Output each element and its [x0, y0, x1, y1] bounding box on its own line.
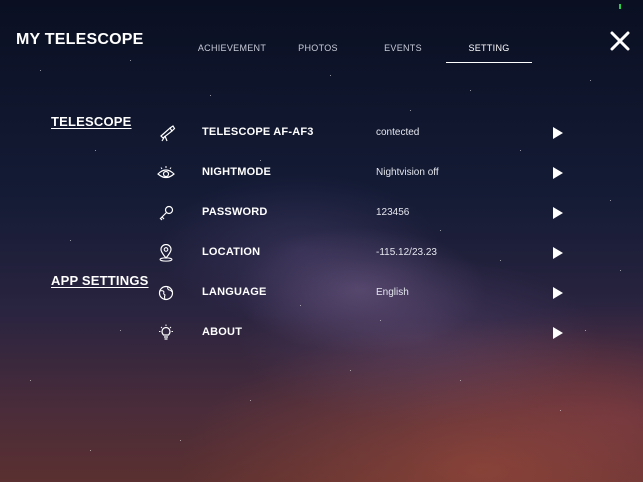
play-arrow-icon — [553, 167, 563, 179]
play-arrow-icon — [553, 287, 563, 299]
settings-row-location[interactable]: LOCATION -115.12/23.23 — [155, 239, 575, 267]
close-x-icon — [610, 31, 630, 51]
settings-row-about[interactable]: ABOUT — [155, 319, 575, 347]
setting-label: PASSWORD — [202, 206, 268, 218]
setting-label: NIGHTMODE — [202, 166, 272, 178]
setting-value: -115.12/23.23 — [376, 247, 437, 258]
tab-events[interactable]: EVENTS — [378, 38, 428, 63]
setting-label: LOCATION — [202, 246, 261, 258]
setting-label: LANGUAGE — [202, 286, 267, 298]
setting-value: contected — [376, 127, 420, 138]
play-arrow-icon — [553, 127, 563, 139]
play-arrow-icon — [553, 247, 563, 259]
setting-label: TELESCOPE AF-AF3 — [202, 126, 314, 138]
setting-value: 123456 — [376, 207, 410, 218]
section-heading-telescope: TELESCOPE — [51, 114, 132, 129]
telescope-icon — [160, 125, 176, 142]
setting-label: ABOUT — [202, 326, 243, 338]
eye-icon — [157, 166, 175, 179]
globe-icon — [158, 285, 174, 301]
setting-value: Nightvision off — [376, 167, 439, 178]
settings-row-telescope[interactable]: TELESCOPE AF-AF3 contected — [155, 119, 575, 147]
lightbulb-icon — [159, 324, 173, 340]
location-pin-icon — [159, 244, 173, 262]
section-heading-app-settings: APP SETTINGS — [51, 273, 149, 288]
tab-photos[interactable]: PHOTOS — [292, 38, 344, 63]
tab-setting[interactable]: SETTING — [446, 38, 532, 63]
key-icon — [159, 205, 174, 221]
settings-row-language[interactable]: LANGUAGE English — [155, 279, 575, 307]
signal-indicator — [619, 4, 621, 9]
close-button[interactable] — [610, 31, 630, 51]
play-arrow-icon — [553, 207, 563, 219]
setting-value: English — [376, 287, 409, 298]
settings-row-nightmode[interactable]: NIGHTMODE Nightvision off — [155, 159, 575, 187]
app-title: MY TELESCOPE — [16, 31, 144, 48]
tab-achievement[interactable]: ACHIEVEMENT — [196, 38, 268, 63]
play-arrow-icon — [553, 327, 563, 339]
settings-row-password[interactable]: PASSWORD 123456 — [155, 199, 575, 227]
